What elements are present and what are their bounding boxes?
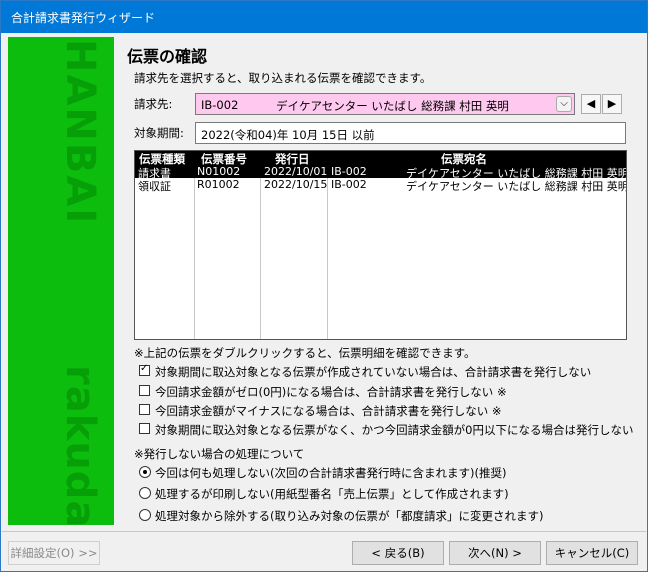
- checkbox-no-slips[interactable]: [139, 363, 150, 376]
- checkbox-label[interactable]: 今回請求金額がゼロ(0円)になる場合は、合計請求書を発行しない ※: [155, 384, 507, 400]
- period-value: 2022(令和04)年 10月 15日 以前: [201, 128, 375, 142]
- previous-target-button[interactable]: ◀: [581, 94, 601, 114]
- table-row[interactable]: 請求書 N01002 2022/10/01 IB-002 デイケアセンター いた…: [135, 165, 626, 180]
- checkbox-label[interactable]: 対象期間に取込対象となる伝票が作成されていない場合は、合計請求書を発行しない: [155, 364, 591, 380]
- next-target-button[interactable]: ▶: [602, 94, 622, 114]
- cell-code: IB-002: [331, 165, 367, 178]
- back-button[interactable]: < 戻る(B): [352, 541, 444, 565]
- slip-grid[interactable]: 伝票種類 伝票番号 発行日 伝票宛名 請求書 N01002 2022/10/01…: [134, 150, 627, 340]
- page-title: 伝票の確認: [127, 47, 208, 66]
- triangle-right-icon: ▶: [607, 97, 617, 110]
- period-field[interactable]: 2022(令和04)年 10月 15日 以前: [195, 122, 626, 144]
- billing-target-code: IB-002: [201, 98, 239, 112]
- grid-header: 伝票種類 伝票番号 発行日 伝票宛名: [135, 151, 626, 166]
- cell-date: 2022/10/01: [264, 165, 328, 178]
- wizard-window: 合計請求書発行ウィザード HANBAI rakuda 伝票の確認 請求先を選択す…: [0, 0, 648, 572]
- next-button[interactable]: 次へ(N) >: [449, 541, 541, 565]
- checkbox-label[interactable]: 対象期間に取込対象となる伝票がなく、かつ今回請求金額が0円以下になる場合は発行し…: [155, 422, 633, 438]
- advanced-settings-button[interactable]: 詳細設定(O) >>: [8, 541, 100, 565]
- cancel-button[interactable]: キャンセル(C): [546, 541, 638, 565]
- window-title: 合計請求書発行ウィザード: [11, 11, 156, 25]
- grid-divider: [260, 165, 261, 339]
- cell-number: N01002: [197, 165, 241, 178]
- checkbox-label[interactable]: 今回請求金額がマイナスになる場合は、合計請求書を発行しない ※: [155, 403, 502, 419]
- grid-divider: [194, 165, 195, 339]
- radio-label[interactable]: 処理対象から除外する(取り込み対象の伝票が「都度請求」に変更されます): [155, 508, 543, 524]
- grid-hint: ※上記の伝票をダブルクリックすると、伝票明細を確認できます。: [134, 346, 476, 360]
- triangle-left-icon: ◀: [586, 97, 596, 110]
- cell-recipient: デイケアセンター いたばし 総務課 村田 英明: [406, 180, 626, 193]
- banner-logo-top: HANBAI: [57, 39, 103, 226]
- wizard-body: HANBAI rakuda 伝票の確認 請求先を選択すると、取り込まれる伝票を確…: [2, 33, 646, 571]
- billing-target-combo[interactable]: IB-002 デイケアセンター いたばし 総務課 村田 英明 ⌵: [195, 93, 575, 115]
- banner-logo-bottom: rakuda: [57, 365, 103, 525]
- grid-divider: [327, 165, 328, 339]
- radio-do-nothing[interactable]: [139, 466, 151, 478]
- page-description: 請求先を選択すると、取り込まれる伝票を確認できます。: [134, 71, 432, 85]
- radio-process-no-print[interactable]: [139, 487, 151, 499]
- chevron-down-icon[interactable]: ⌵: [556, 96, 572, 112]
- footer-divider: [2, 531, 646, 532]
- checkbox-zero-amount[interactable]: [139, 385, 150, 396]
- billing-target-label: 請求先:: [134, 97, 173, 111]
- table-row[interactable]: 領収証 R01002 2022/10/15 IB-002 デイケアセンター いた…: [135, 178, 626, 193]
- checkbox-no-slips-and-zero[interactable]: [139, 423, 150, 434]
- checkbox-negative-amount[interactable]: [139, 404, 150, 415]
- radio-label[interactable]: 今回は何も処理しない(次回の合計請求書発行時に含まれます)(推奨): [155, 465, 506, 481]
- cell-date: 2022/10/15: [264, 178, 328, 191]
- cell-number: R01002: [197, 178, 240, 191]
- cell-code: IB-002: [331, 178, 367, 191]
- no-issue-heading: ※発行しない場合の処理について: [134, 447, 305, 461]
- period-label: 対象期間:: [134, 126, 184, 140]
- title-bar: 合計請求書発行ウィザード: [1, 1, 647, 33]
- brand-banner: HANBAI rakuda: [8, 37, 114, 525]
- cell-type: 領収証: [138, 180, 171, 193]
- radio-exclude[interactable]: [139, 509, 151, 521]
- billing-target-name: デイケアセンター いたばし 総務課 村田 英明: [276, 99, 509, 113]
- radio-label[interactable]: 処理するが印刷しない(用紙型番名「売上伝票」として作成されます): [155, 486, 509, 502]
